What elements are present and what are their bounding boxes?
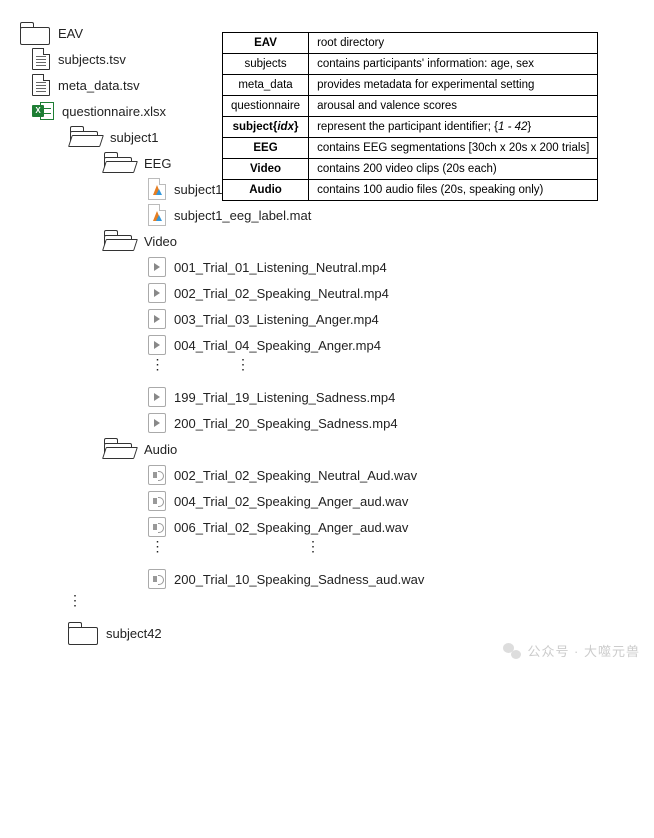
file-label: 002_Trial_02_Speaking_Neutral.mp4: [174, 286, 389, 301]
audio-file: 004_Trial_02_Speaking_Anger_aud.wav: [148, 490, 634, 512]
file-label: questionnaire.xlsx: [62, 104, 166, 119]
mat-file-icon: [148, 204, 166, 226]
file-label: 002_Trial_02_Speaking_Neutral_Aud.wav: [174, 468, 417, 483]
video-folder: Video: [102, 230, 634, 252]
table-key: subjects: [223, 54, 309, 75]
video-file: 001_Trial_01_Listening_Neutral.mp4: [148, 256, 634, 278]
table-row: EAVroot directory: [223, 33, 598, 54]
vertical-dots: ⋮: [68, 596, 634, 618]
table-desc: contains 100 audio files (20s, speaking …: [309, 180, 598, 201]
audio-folder: Audio: [102, 438, 634, 460]
table-desc: arousal and valence scores: [309, 96, 598, 117]
wechat-icon: [503, 643, 521, 659]
vertical-dots: ⋮ ⋮: [148, 542, 634, 564]
file-label: 004_Trial_04_Speaking_Anger.mp4: [174, 338, 381, 353]
audio-file-icon: [148, 517, 166, 537]
table-key: EEG: [223, 138, 309, 159]
folder-open-icon: [102, 152, 136, 174]
description-table: EAVroot directorysubjectscontains partic…: [222, 32, 598, 201]
video-file: 002_Trial_02_Speaking_Neutral.mp4: [148, 282, 634, 304]
table-desc: represent the participant identifier; {1…: [309, 117, 598, 138]
vertical-dots: ⋮ ⋮: [148, 360, 634, 382]
file-label: 006_Trial_02_Speaking_Anger_aud.wav: [174, 520, 408, 535]
audio-file-icon: [148, 569, 166, 589]
table-row: subjectscontains participants' informati…: [223, 54, 598, 75]
folder-open-icon: [68, 126, 102, 148]
eeg-file: subject1_eeg_label.mat: [148, 204, 634, 226]
file-label: 001_Trial_01_Listening_Neutral.mp4: [174, 260, 387, 275]
audio-file-icon: [148, 465, 166, 485]
table-key: Audio: [223, 180, 309, 201]
folder-label: subject1: [110, 130, 158, 145]
table-desc: contains 200 video clips (20s each): [309, 159, 598, 180]
folder-label: subject42: [106, 626, 162, 641]
video-file: 003_Trial_03_Listening_Anger.mp4: [148, 308, 634, 330]
mat-file-icon: [148, 178, 166, 200]
file-label: 200_Trial_10_Speaking_Sadness_aud.wav: [174, 572, 424, 587]
audio-file: 006_Trial_02_Speaking_Anger_aud.wav: [148, 516, 634, 538]
table-desc: root directory: [309, 33, 598, 54]
folder-icon: [68, 622, 98, 644]
audio-file: 002_Trial_02_Speaking_Neutral_Aud.wav: [148, 464, 634, 486]
table-key: meta_data: [223, 75, 309, 96]
folder-label: EEG: [144, 156, 171, 171]
video-file: 199_Trial_19_Listening_Sadness.mp4: [148, 386, 634, 408]
video-file: 200_Trial_20_Speaking_Sadness.mp4: [148, 412, 634, 434]
folder-open-icon: [102, 438, 136, 460]
table-key: EAV: [223, 33, 309, 54]
video-file-icon: [148, 283, 166, 303]
file-label: meta_data.tsv: [58, 78, 140, 93]
video-file: 004_Trial_04_Speaking_Anger.mp4: [148, 334, 634, 356]
file-label: 199_Trial_19_Listening_Sadness.mp4: [174, 390, 395, 405]
table-desc: contains participants' information: age,…: [309, 54, 598, 75]
audio-file-icon: [148, 491, 166, 511]
table-row: meta_dataprovides metadata for experimen…: [223, 75, 598, 96]
table-row: Audiocontains 100 audio files (20s, spea…: [223, 180, 598, 201]
folder-icon: [20, 22, 50, 44]
folder-label: Video: [144, 234, 177, 249]
folder-label: Audio: [144, 442, 177, 457]
watermark: 公众号 · 大噬元兽: [503, 641, 640, 660]
video-file-icon: [148, 387, 166, 407]
table-key: subject{idx}: [223, 117, 309, 138]
text-file-icon: [32, 48, 50, 70]
table-key: questionnaire: [223, 96, 309, 117]
file-label: 004_Trial_02_Speaking_Anger_aud.wav: [174, 494, 408, 509]
table-row: questionnairearousal and valence scores: [223, 96, 598, 117]
table-desc: provides metadata for experimental setti…: [309, 75, 598, 96]
folder-open-icon: [102, 230, 136, 252]
file-label: subjects.tsv: [58, 52, 126, 67]
text-file-icon: [32, 74, 50, 96]
video-file-icon: [148, 413, 166, 433]
audio-file: 200_Trial_10_Speaking_Sadness_aud.wav: [148, 568, 634, 590]
table-row: EEGcontains EEG segmentations [30ch x 20…: [223, 138, 598, 159]
table-row: subject{idx}represent the participant id…: [223, 117, 598, 138]
folder-label: EAV: [58, 26, 83, 41]
file-label: 003_Trial_03_Listening_Anger.mp4: [174, 312, 379, 327]
video-file-icon: [148, 335, 166, 355]
table-row: Videocontains 200 video clips (20s each): [223, 159, 598, 180]
video-file-icon: [148, 309, 166, 329]
file-label: subject1_eeg_label.mat: [174, 208, 311, 223]
video-file-icon: [148, 257, 166, 277]
watermark-text: 公众号 · 大噬元兽: [527, 641, 640, 660]
xlsx-icon: X: [32, 101, 54, 121]
table-desc: contains EEG segmentations [30ch x 20s x…: [309, 138, 598, 159]
file-label: 200_Trial_20_Speaking_Sadness.mp4: [174, 416, 398, 431]
table-key: Video: [223, 159, 309, 180]
